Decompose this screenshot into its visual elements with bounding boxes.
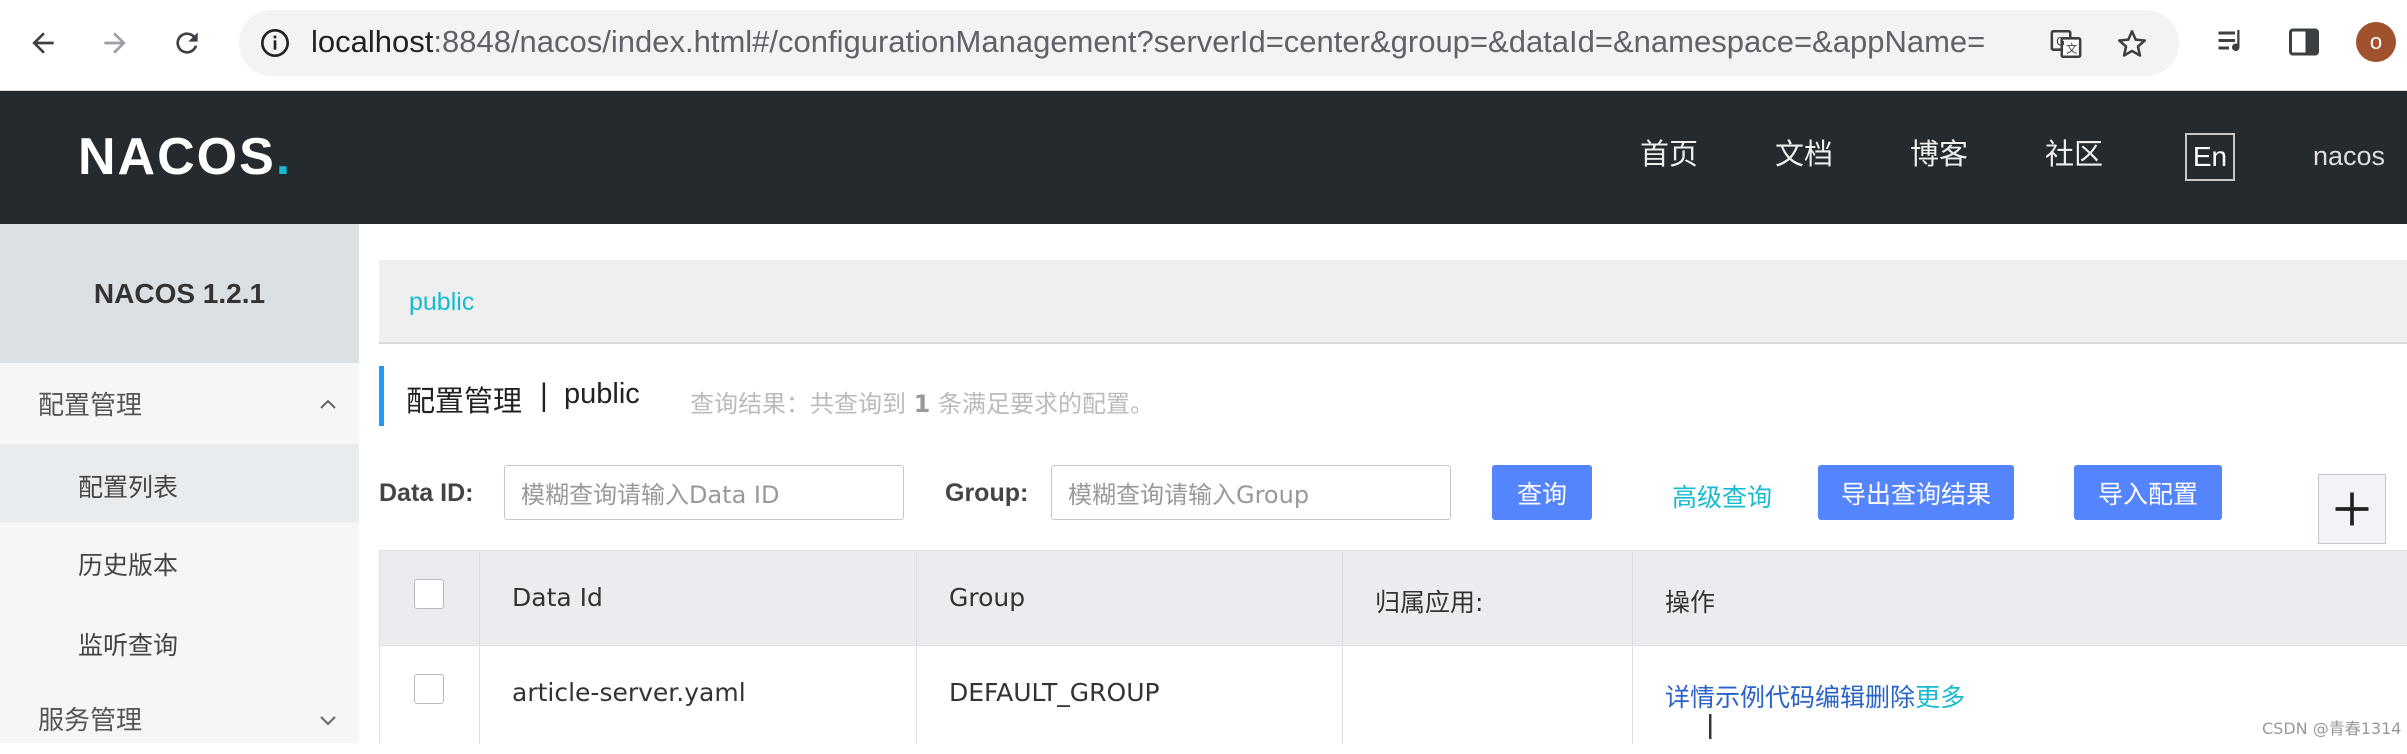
add-config-button[interactable] <box>2318 474 2386 544</box>
watermark: CSDN @青春1314 <box>2262 719 2402 738</box>
sidebar-item-label: 历史版本 <box>78 551 179 580</box>
title-separator: | <box>539 378 549 412</box>
edit-link[interactable]: 编辑 <box>1815 683 1865 712</box>
chevron-up-icon <box>320 399 336 409</box>
nav-home[interactable]: 首页 <box>1640 131 1698 173</box>
svg-text:G: G <box>2056 34 2065 48</box>
reload-button[interactable] <box>165 21 209 65</box>
nav-blog[interactable]: 博客 <box>1910 131 1968 173</box>
nacos-logo[interactable]: NACOS. <box>78 127 292 187</box>
header-group: Group <box>917 551 1343 645</box>
sidebar: NACOS 1.2.1 配置管理 配置列表 历史版本 监听查询 服务管理 <box>0 224 359 743</box>
plus-icon <box>2335 492 2369 526</box>
sidebar-item-label: 配置列表 <box>78 473 179 502</box>
language-switch-button[interactable]: En <box>2185 133 2235 181</box>
svg-text:文: 文 <box>2066 42 2077 56</box>
arrow-left-icon <box>32 32 54 54</box>
sidebar-group-label: 服务管理 <box>38 706 143 736</box>
reading-list-icon[interactable] <box>2214 24 2250 60</box>
profile-avatar[interactable]: o <box>2356 22 2396 62</box>
arrow-right-icon <box>104 32 126 54</box>
current-user[interactable]: nacos <box>2313 141 2385 172</box>
nav-docs[interactable]: 文档 <box>1775 131 1833 173</box>
reload-icon <box>176 32 198 54</box>
header-ops: 操作 <box>1665 588 1716 617</box>
row-checkbox[interactable] <box>414 674 444 704</box>
import-config-button[interactable]: 导入配置 <box>2074 465 2222 520</box>
sidebar-item-config-list[interactable]: 配置列表 <box>0 444 359 522</box>
namespace-public-link[interactable]: public <box>409 288 474 317</box>
page-title-namespace: public <box>564 378 640 410</box>
page-title-bar: 配置管理 | public 查询结果：共查询到 1 条满足要求的配置。 <box>379 366 2407 426</box>
export-results-button[interactable]: 导出查询结果 <box>1818 465 2014 520</box>
table-header: Data Id Group 归属应用: 操作 <box>380 551 2407 646</box>
row-actions: 详情 | 示例代码 | 编辑 | 删除 | 更多 <box>1665 683 1966 739</box>
app-header: NACOS. 首页 文档 博客 社区 En nacos <box>0 91 2407 224</box>
detail-link[interactable]: 详情 <box>1665 683 1715 712</box>
forward-button[interactable] <box>93 21 137 65</box>
group-label: Group: <box>945 479 1029 507</box>
row-app <box>1343 646 1633 744</box>
config-table: Data Id Group 归属应用: 操作 article-server.ya… <box>379 550 2407 744</box>
back-button[interactable] <box>21 21 65 65</box>
header-dataid: Data Id <box>480 551 917 645</box>
header-app: 归属应用: <box>1343 551 1633 645</box>
translate-icon[interactable]: G文 <box>2049 27 2083 61</box>
star-icon[interactable] <box>2115 27 2149 61</box>
select-all-checkbox[interactable] <box>414 579 444 609</box>
row-dataid: article-server.yaml <box>480 646 917 744</box>
row-group: DEFAULT_GROUP <box>917 646 1343 744</box>
row-select-cell <box>380 646 480 744</box>
query-result-summary: 查询结果：共查询到 1 条满足要求的配置。 <box>690 390 1154 418</box>
query-button[interactable]: 查询 <box>1492 465 1592 520</box>
sidebar-item-history[interactable]: 历史版本 <box>0 522 359 600</box>
page-title: 配置管理 <box>406 384 523 418</box>
sidebar-group-label: 配置管理 <box>38 391 143 421</box>
url-text: localhost:8848/nacos/index.html#/configu… <box>311 24 1986 59</box>
namespace-bar: public <box>379 260 2407 344</box>
side-panel-icon[interactable] <box>2286 24 2322 60</box>
advanced-query-link[interactable]: 高级查询 <box>1672 478 1772 514</box>
sidebar-group-config[interactable]: 配置管理 <box>0 367 359 439</box>
group-search-input[interactable]: 模糊查询请输入Group <box>1051 465 1451 520</box>
sidebar-group-service[interactable]: 服务管理 <box>0 682 359 754</box>
address-bar[interactable]: localhost:8848/nacos/index.html#/configu… <box>239 10 2179 76</box>
header-select-cell <box>380 551 480 645</box>
dataid-search-input[interactable]: 模糊查询请输入Data ID <box>504 465 904 520</box>
nav-community[interactable]: 社区 <box>2045 131 2103 173</box>
sample-code-link[interactable]: 示例代码 <box>1715 683 1815 712</box>
sidebar-item-label: 监听查询 <box>78 631 179 660</box>
sidebar-item-listener[interactable]: 监听查询 <box>0 602 359 680</box>
more-link[interactable]: 更多 <box>1915 683 1965 712</box>
dataid-label: Data ID: <box>379 479 474 507</box>
delete-link[interactable]: 删除 <box>1865 683 1915 712</box>
table-row: article-server.yaml DEFAULT_GROUP 详情 | 示例代… <box>380 646 2407 744</box>
info-icon[interactable] <box>259 27 291 59</box>
browser-toolbar: localhost:8848/nacos/index.html#/configu… <box>0 0 2407 91</box>
chevron-down-icon <box>320 716 336 726</box>
sidebar-version-title: NACOS 1.2.1 <box>0 224 359 363</box>
